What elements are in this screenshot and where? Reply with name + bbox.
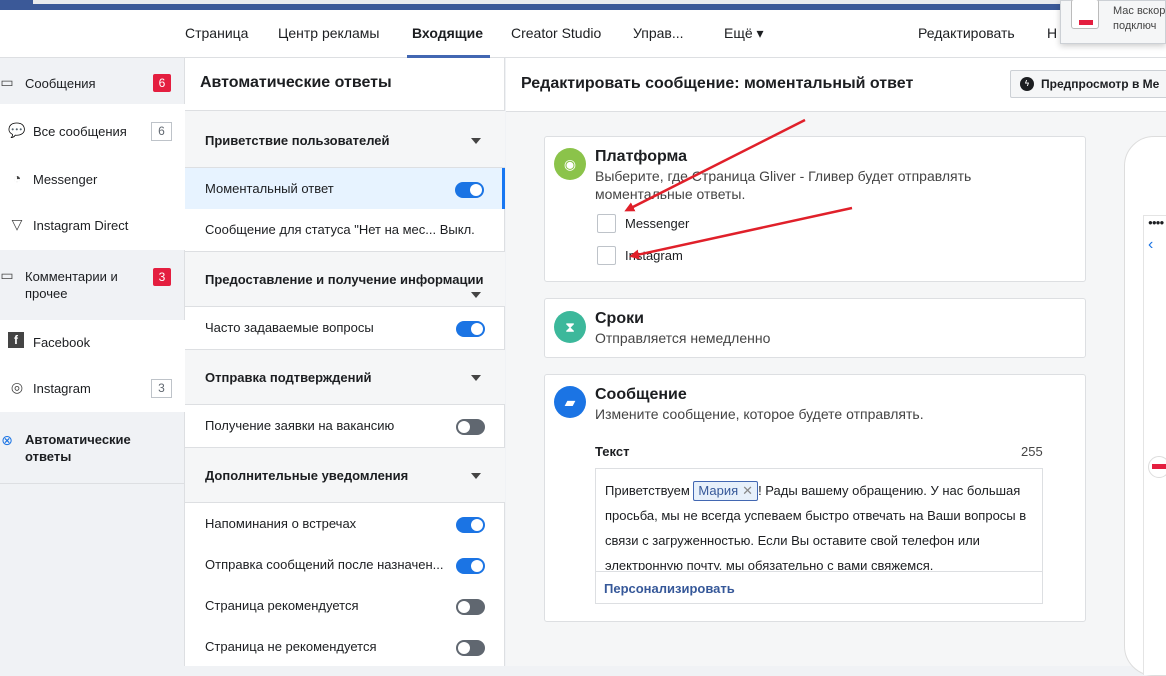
chevron-down-icon (471, 138, 481, 144)
sidebar-item-all-messages[interactable]: 💬 Все сообщения 6 (0, 120, 185, 142)
toggle-switch[interactable] (456, 640, 485, 656)
notification-line-2: подключ (1113, 20, 1157, 32)
message-card: ▰ Сообщение Измените сообщение, которое … (544, 374, 1086, 622)
messenger-icon: ϟ (1020, 77, 1034, 91)
message-editor: Редактировать сообщение: моментальный от… (506, 58, 1166, 676)
notification-popup[interactable]: Мас вскор подключ (1060, 0, 1166, 44)
textbox-footer: Персонализировать (596, 571, 1042, 604)
preview-button[interactable]: ϟ Предпросмотр в Me (1010, 70, 1166, 98)
card-subtitle: Выберите, где Страница Gliver - Гливер б… (595, 168, 972, 202)
sidebar-item-instagram[interactable]: ◎ Instagram 3 (0, 377, 185, 399)
personalize-link[interactable]: Персонализировать (604, 581, 735, 596)
chat-icon: ▰ (554, 386, 586, 418)
automated-replies-panel: Автоматические ответы Приветствие пользо… (185, 58, 505, 666)
unread-badge: 3 (153, 268, 171, 286)
section-notifications[interactable]: Дополнительные уведомления (185, 447, 505, 503)
page-avatar (1148, 456, 1166, 478)
instagram-checkbox[interactable] (597, 246, 616, 265)
inbox-sidebar: ▭ Сообщения 6 💬 Все сообщения 6 ◔ Messen… (0, 58, 185, 666)
count-badge: 6 (151, 122, 172, 141)
platform-icon: ◉ (554, 148, 586, 180)
comment-icon: ▭ (0, 267, 14, 283)
messenger-checkbox[interactable] (597, 214, 616, 233)
notification-line-1: Мас вскор (1113, 5, 1166, 17)
top-navigation: Страница Центр рекламы Входящие Creator … (0, 10, 1166, 58)
close-icon[interactable]: ✕ (742, 483, 753, 498)
nav-more[interactable]: Ещё ▾ (724, 25, 764, 42)
name-variable-chip[interactable]: Мария ✕ (693, 481, 759, 501)
chat-bubbles-icon: 💬 (8, 122, 26, 138)
avatar-logo-mark (1152, 464, 1166, 469)
list-item-job-application[interactable]: Получение заявки на вакансию (185, 405, 505, 446)
toggle-switch[interactable] (456, 321, 485, 337)
sidebar-item-facebook[interactable]: f Facebook (0, 331, 185, 353)
sidebar-item-messages[interactable]: ▭ Сообщения 6 (0, 72, 185, 94)
list-item-after-booking[interactable]: Отправка сообщений после назначен... (185, 544, 505, 585)
list-item-appointment-reminders[interactable]: Напоминания о встречах (185, 503, 505, 544)
count-badge: 3 (151, 379, 172, 398)
section-confirmations[interactable]: Отправка подтверждений (185, 349, 505, 405)
char-counter: 255 (1021, 444, 1043, 459)
nav-truncated[interactable]: Н (1047, 25, 1057, 41)
message-text[interactable]: Приветствуем Мария ✕! Рады вашему обращен… (605, 478, 1035, 570)
section-greeting[interactable]: Приветствие пользователей (185, 110, 505, 168)
automation-icon: ⊗ (1, 432, 13, 448)
top-blue-bar (0, 0, 1166, 10)
toggle-switch[interactable] (456, 599, 485, 615)
battery-icon (1071, 0, 1099, 29)
sidebar-item-messenger[interactable]: ◔ Messenger (0, 168, 185, 190)
nav-inbox[interactable]: Входящие (412, 25, 483, 41)
editor-header: Редактировать сообщение: моментальный от… (506, 58, 1166, 112)
card-title: Платформа (595, 148, 688, 165)
direct-send-icon: ▽ (11, 216, 23, 232)
nav-edit[interactable]: Редактировать (918, 25, 1015, 41)
timing-card: ⧗ Сроки Отправляется немедленно (544, 298, 1086, 358)
list-item-faq[interactable]: Часто задаваемые вопросы (185, 307, 505, 348)
list-item-instant-reply[interactable]: Моментальный ответ (185, 168, 505, 209)
card-subtitle: Измените сообщение, которое будете отпра… (595, 406, 924, 422)
nav-ads-center[interactable]: Центр рекламы (278, 25, 379, 41)
nav-manage[interactable]: Управ... (633, 25, 684, 41)
nav-creator-studio[interactable]: Creator Studio (511, 25, 601, 41)
messenger-icon: ◔ (12, 170, 22, 186)
back-arrow-icon: ‹ (1148, 236, 1154, 253)
timer-icon: ⧗ (554, 311, 586, 343)
instagram-icon: ◎ (10, 379, 24, 395)
chevron-down-icon (471, 473, 481, 479)
page-title: Редактировать сообщение: моментальный от… (521, 75, 914, 92)
unread-badge: 6 (153, 74, 171, 92)
facebook-icon: f (8, 332, 24, 348)
signal-icon: ●●●● (1148, 218, 1164, 227)
sidebar-item-automated-replies[interactable]: ⊗ Автоматические ответы (0, 430, 185, 470)
list-item-page-recommended[interactable]: Страница рекомендуется (185, 585, 505, 626)
platform-card: ◉ Платформа Выберите, где Страница Glive… (544, 136, 1086, 282)
phone-screen: ●●●● ‹ (1143, 215, 1166, 675)
chevron-down-icon (471, 292, 481, 298)
text-label: Текст (595, 444, 630, 459)
toggle-switch[interactable] (455, 182, 484, 198)
nav-page[interactable]: Страница (185, 25, 248, 41)
list-item-page-not-recommended[interactable]: Страница не рекомендуется (185, 626, 505, 667)
toggle-switch[interactable] (456, 419, 485, 435)
messages-icon: ▭ (0, 74, 14, 90)
toggle-switch[interactable] (456, 558, 485, 574)
section-info[interactable]: Предоставление и получение информации (185, 251, 505, 307)
card-title: Сообщение (595, 386, 687, 403)
panel-title: Автоматические ответы (200, 74, 392, 91)
phone-preview: ●●●● ‹ (1124, 136, 1166, 676)
message-textbox[interactable]: Приветствуем Мария ✕! Рады вашему обращен… (595, 468, 1043, 604)
chevron-down-icon (471, 375, 481, 381)
card-subtitle: Отправляется немедленно (595, 330, 771, 346)
card-title: Сроки (595, 310, 644, 327)
sidebar-item-comments[interactable]: ▭ Комментарии и прочее 3 (0, 264, 185, 304)
list-item-away-message[interactable]: Сообщение для статуса "Нет на мес... Вык… (185, 209, 505, 250)
toggle-switch[interactable] (456, 517, 485, 533)
sidebar-item-instagram-direct[interactable]: ▽ Instagram Direct (0, 214, 185, 236)
